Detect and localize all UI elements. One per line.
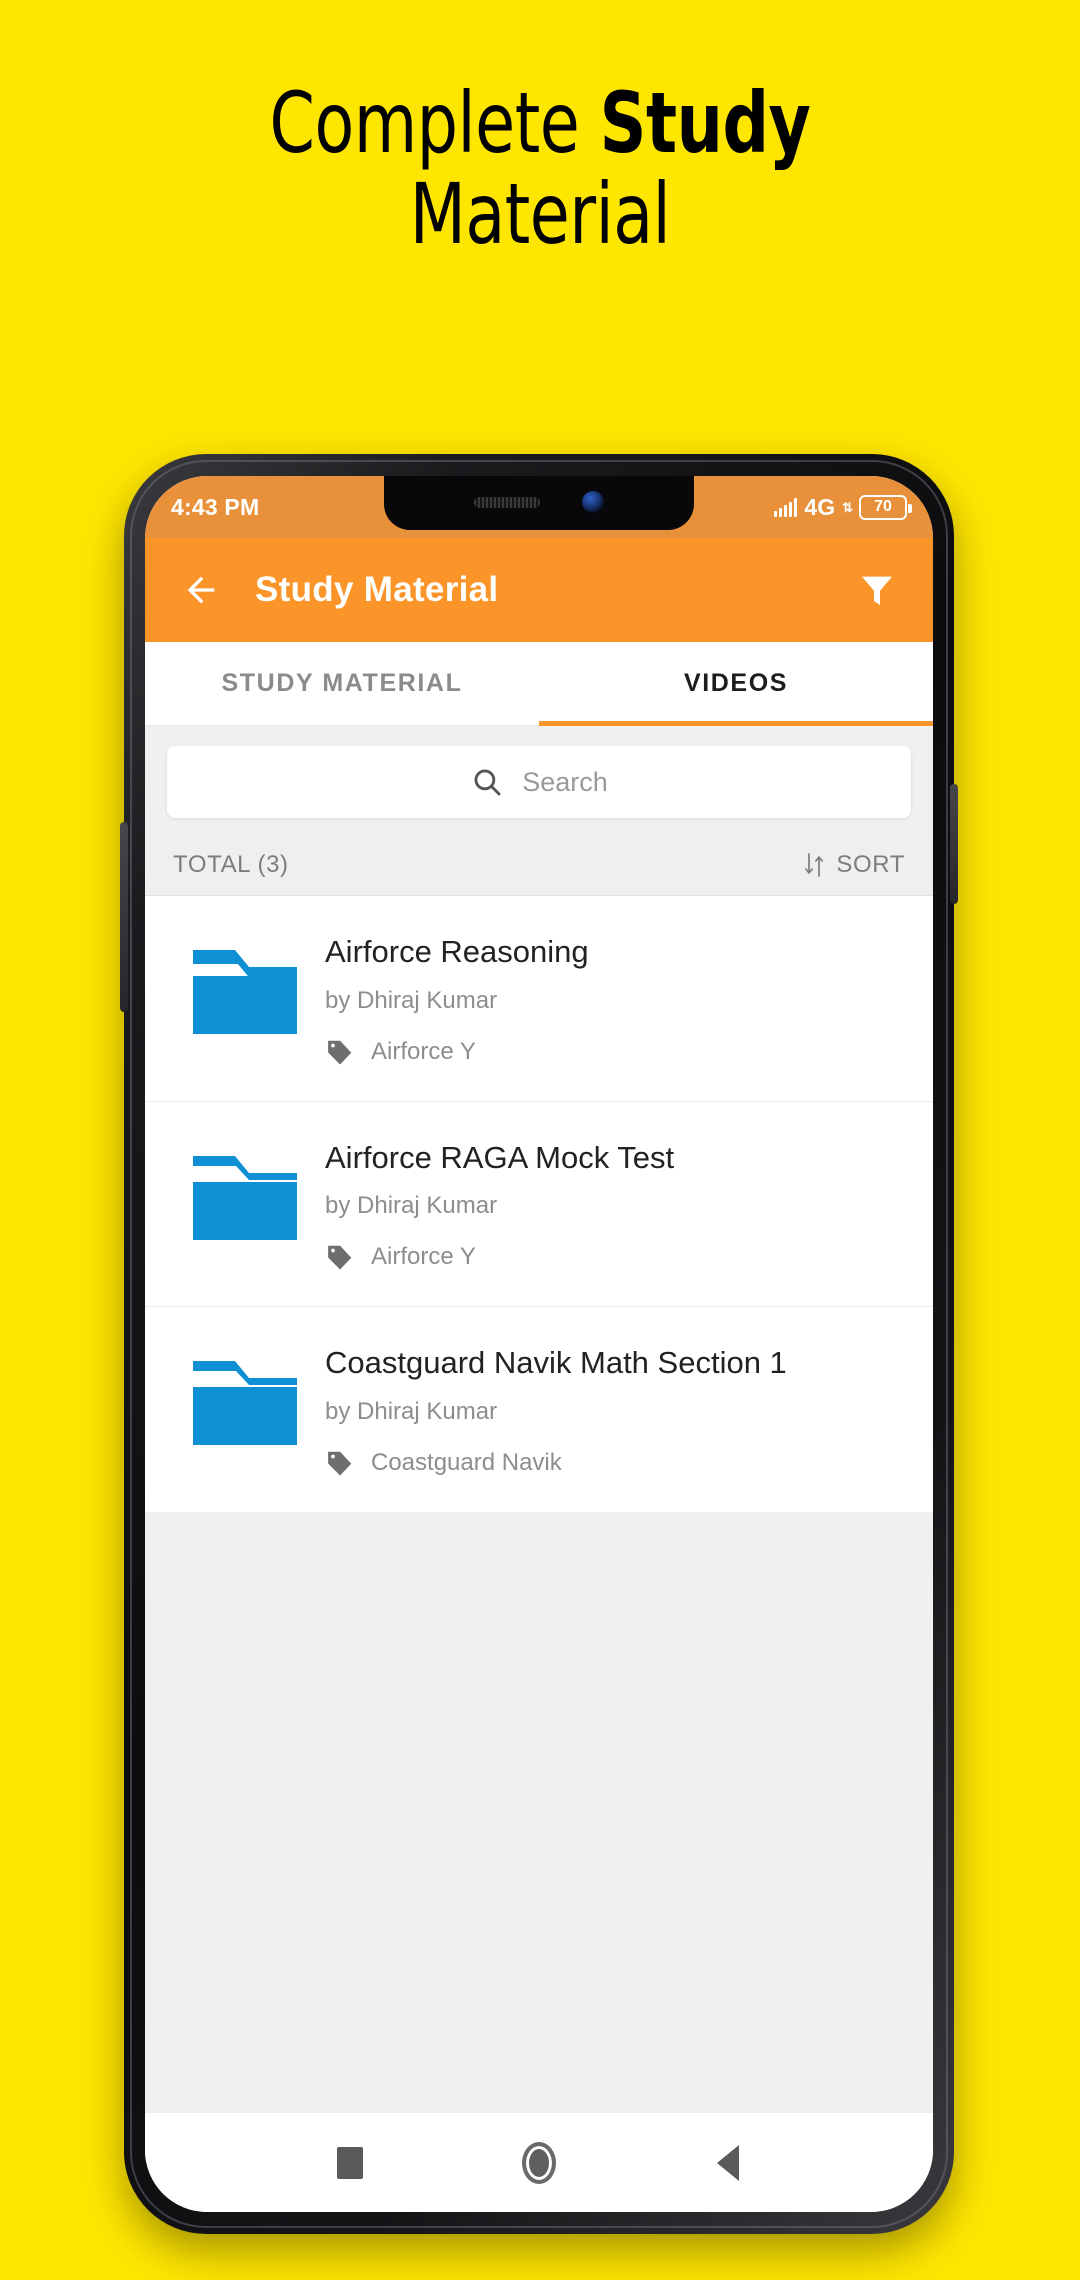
promo-line1-normal: Complete [269, 74, 600, 172]
content-area: Search TOTAL (3) SORT Airforce Reasoning… [145, 726, 933, 2112]
status-indicators: 4G ⇅ 70 [774, 493, 912, 521]
back-triangle-icon[interactable] [693, 2128, 763, 2198]
phone-mockup: 4:43 PM 4G ⇅ 70 Study Material STUDY MAT… [120, 454, 958, 2234]
list-item-author: by Dhiraj Kumar [325, 1397, 498, 1425]
search-placeholder: Search [522, 766, 608, 797]
folder-icon [179, 1136, 311, 1244]
back-arrow-icon[interactable] [175, 564, 227, 616]
list-item-text: Airforce RAGA Mock Test by Dhiraj Kumar … [311, 1136, 903, 1273]
search-icon [474, 769, 501, 796]
sort-label: SORT [836, 850, 905, 878]
list-item-tag: Coastguard Navik [325, 1448, 903, 1478]
list-item-title: Airforce RAGA Mock Test [325, 1139, 675, 1175]
filter-funnel-icon[interactable] [851, 564, 903, 616]
app-bar: Study Material [145, 538, 933, 642]
list-item-tag: Airforce Y [325, 1037, 903, 1067]
home-circle-icon[interactable] [504, 2128, 574, 2198]
search-input[interactable]: Search [167, 746, 911, 818]
tab-videos[interactable]: VIDEOS [539, 642, 933, 726]
tag-icon [328, 1245, 352, 1270]
tag-icon [328, 1451, 352, 1476]
promo-headline: Complete Study Material [76, 78, 1005, 259]
list-item-text: Coastguard Navik Math Section 1 by Dhira… [311, 1341, 903, 1478]
front-camera-icon [582, 491, 604, 513]
volume-button[interactable] [120, 822, 128, 1012]
battery-icon: 70 [859, 494, 912, 520]
search-zone: Search [145, 726, 933, 834]
display-notch [384, 476, 694, 530]
sort-arrows-icon [805, 852, 824, 877]
list-item-tag: Airforce Y [325, 1242, 903, 1272]
promo-line1-strong: Study [599, 74, 811, 172]
data-transfer-icon: ⇅ [842, 499, 853, 515]
recents-square-icon[interactable] [315, 2128, 385, 2198]
tab-bar: STUDY MATERIAL VIDEOS [145, 642, 933, 726]
tab-study-material[interactable]: STUDY MATERIAL [145, 642, 539, 725]
list-item-tag-label: Coastguard Navik [371, 1448, 562, 1476]
battery-percent-label: 70 [874, 498, 892, 515]
signal-bars-icon [774, 497, 798, 517]
folder-icon [179, 1341, 311, 1449]
promo-line2: Material [409, 164, 671, 263]
list-item-author: by Dhiraj Kumar [325, 1192, 498, 1220]
list-item-tag-label: Airforce Y [371, 1243, 476, 1271]
list-item-title: Coastguard Navik Math Section 1 [325, 1345, 787, 1381]
speaker-grille-icon [474, 496, 540, 508]
tag-icon [328, 1040, 352, 1065]
status-time: 4:43 PM [171, 493, 260, 520]
status-bar: 4:43 PM 4G ⇅ 70 [145, 476, 933, 538]
network-type-label: 4G [804, 493, 836, 520]
sort-button[interactable]: SORT [803, 851, 905, 879]
list-item[interactable]: Coastguard Navik Math Section 1 by Dhira… [145, 1307, 933, 1513]
list-item-title: Airforce Reasoning [325, 934, 589, 969]
list-item[interactable]: Airforce RAGA Mock Test by Dhiraj Kumar … [145, 1101, 933, 1308]
total-count-label: TOTAL (3) [173, 850, 289, 878]
material-list: Airforce Reasoning by Dhiraj Kumar Airfo… [145, 896, 933, 1513]
list-header: TOTAL (3) SORT [145, 834, 933, 896]
folder-icon [179, 930, 311, 1038]
list-item-tag-label: Airforce Y [371, 1037, 476, 1065]
list-item-author: by Dhiraj Kumar [325, 986, 498, 1014]
empty-space [145, 1512, 933, 2112]
phone-screen: 4:43 PM 4G ⇅ 70 Study Material STUDY MAT… [145, 476, 933, 2212]
list-item[interactable]: Airforce Reasoning by Dhiraj Kumar Airfo… [145, 896, 933, 1102]
power-button[interactable] [950, 784, 958, 904]
list-item-text: Airforce Reasoning by Dhiraj Kumar Airfo… [311, 930, 903, 1067]
android-nav-bar [145, 2112, 933, 2212]
page-title: Study Material [255, 570, 499, 609]
